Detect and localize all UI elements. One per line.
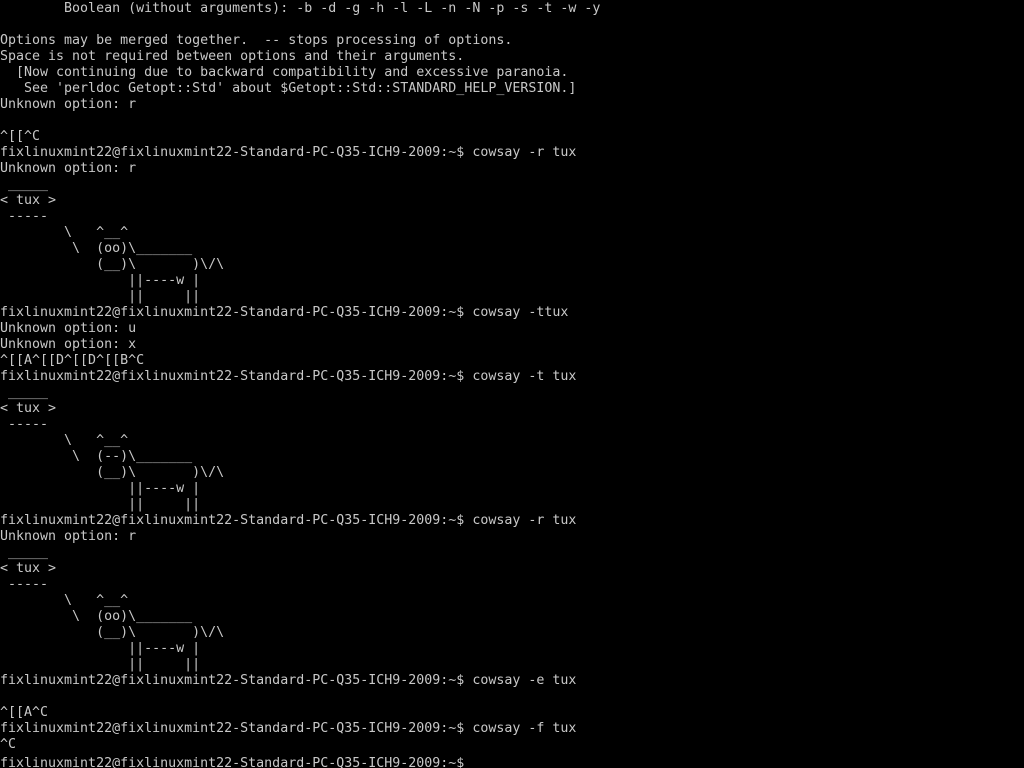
- terminal-line: || ||: [0, 289, 201, 304]
- terminal-line: < tux >: [0, 561, 57, 576]
- text-cursor: [472, 753, 480, 767]
- terminal-line: _____: [0, 177, 49, 192]
- terminal-line: ^C: [0, 737, 17, 752]
- terminal-line: || ||: [0, 657, 201, 672]
- terminal-line: ||----w |: [0, 641, 201, 656]
- terminal-line: ^[[A^[[D^[[D^[[B^C: [0, 353, 145, 368]
- terminal-line: Unknown option: r: [0, 97, 137, 112]
- terminal-line: \ ^__^: [0, 225, 129, 240]
- terminal-line: _____: [0, 545, 49, 560]
- terminal-line: < tux >: [0, 193, 57, 208]
- terminal-line: (__)\ )\/\: [0, 257, 225, 272]
- terminal-line: -----: [0, 209, 49, 224]
- terminal-line: -----: [0, 417, 49, 432]
- terminal-command-line: fixlinuxmint22@fixlinuxmint22-Standard-P…: [0, 145, 577, 160]
- terminal-command-line: fixlinuxmint22@fixlinuxmint22-Standard-P…: [0, 369, 577, 384]
- terminal-line: _____: [0, 385, 49, 400]
- terminal-output: Boolean (without arguments): -b -d -g -h…: [0, 1, 600, 768]
- terminal-line: Unknown option: u: [0, 321, 137, 336]
- terminal-line: ||----w |: [0, 481, 201, 496]
- terminal-line: \ (oo)\_______: [0, 609, 193, 624]
- terminal-line: ^[[^C: [0, 129, 41, 144]
- terminal-line: \ ^__^: [0, 433, 129, 448]
- terminal-line: -----: [0, 577, 49, 592]
- terminal-line: ||----w |: [0, 273, 201, 288]
- terminal-line: \ (--)\_______: [0, 449, 193, 464]
- terminal-line: Unknown option: r: [0, 529, 137, 544]
- terminal-line: (__)\ )\/\: [0, 625, 225, 640]
- terminal-line: \ ^__^: [0, 593, 129, 608]
- terminal-line: < tux >: [0, 401, 57, 416]
- terminal-screen[interactable]: Boolean (without arguments): -b -d -g -h…: [0, 0, 1024, 768]
- terminal-prompt-current[interactable]: fixlinuxmint22@fixlinuxmint22-Standard-P…: [0, 753, 600, 768]
- terminal-line: Options may be merged together. -- stops…: [0, 33, 513, 48]
- terminal-command-line: fixlinuxmint22@fixlinuxmint22-Standard-P…: [0, 673, 577, 688]
- terminal-line: Unknown option: x: [0, 337, 137, 352]
- terminal-line: \ (oo)\_______: [0, 241, 193, 256]
- terminal-line: Boolean (without arguments): -b -d -g -h…: [0, 1, 601, 16]
- terminal-line: || ||: [0, 497, 201, 512]
- terminal-line: [Now continuing due to backward compatib…: [0, 65, 569, 80]
- terminal-line: See 'perldoc Getopt::Std' about $Getopt:…: [0, 81, 577, 96]
- terminal-command-line: fixlinuxmint22@fixlinuxmint22-Standard-P…: [0, 305, 569, 320]
- terminal-line: Space is not required between options an…: [0, 49, 465, 64]
- terminal-command-line: fixlinuxmint22@fixlinuxmint22-Standard-P…: [0, 721, 577, 736]
- terminal-line: Unknown option: r: [0, 161, 137, 176]
- terminal-line: (__)\ )\/\: [0, 465, 225, 480]
- terminal-line: ^[[A^C: [0, 705, 49, 720]
- terminal-command-line: fixlinuxmint22@fixlinuxmint22-Standard-P…: [0, 513, 577, 528]
